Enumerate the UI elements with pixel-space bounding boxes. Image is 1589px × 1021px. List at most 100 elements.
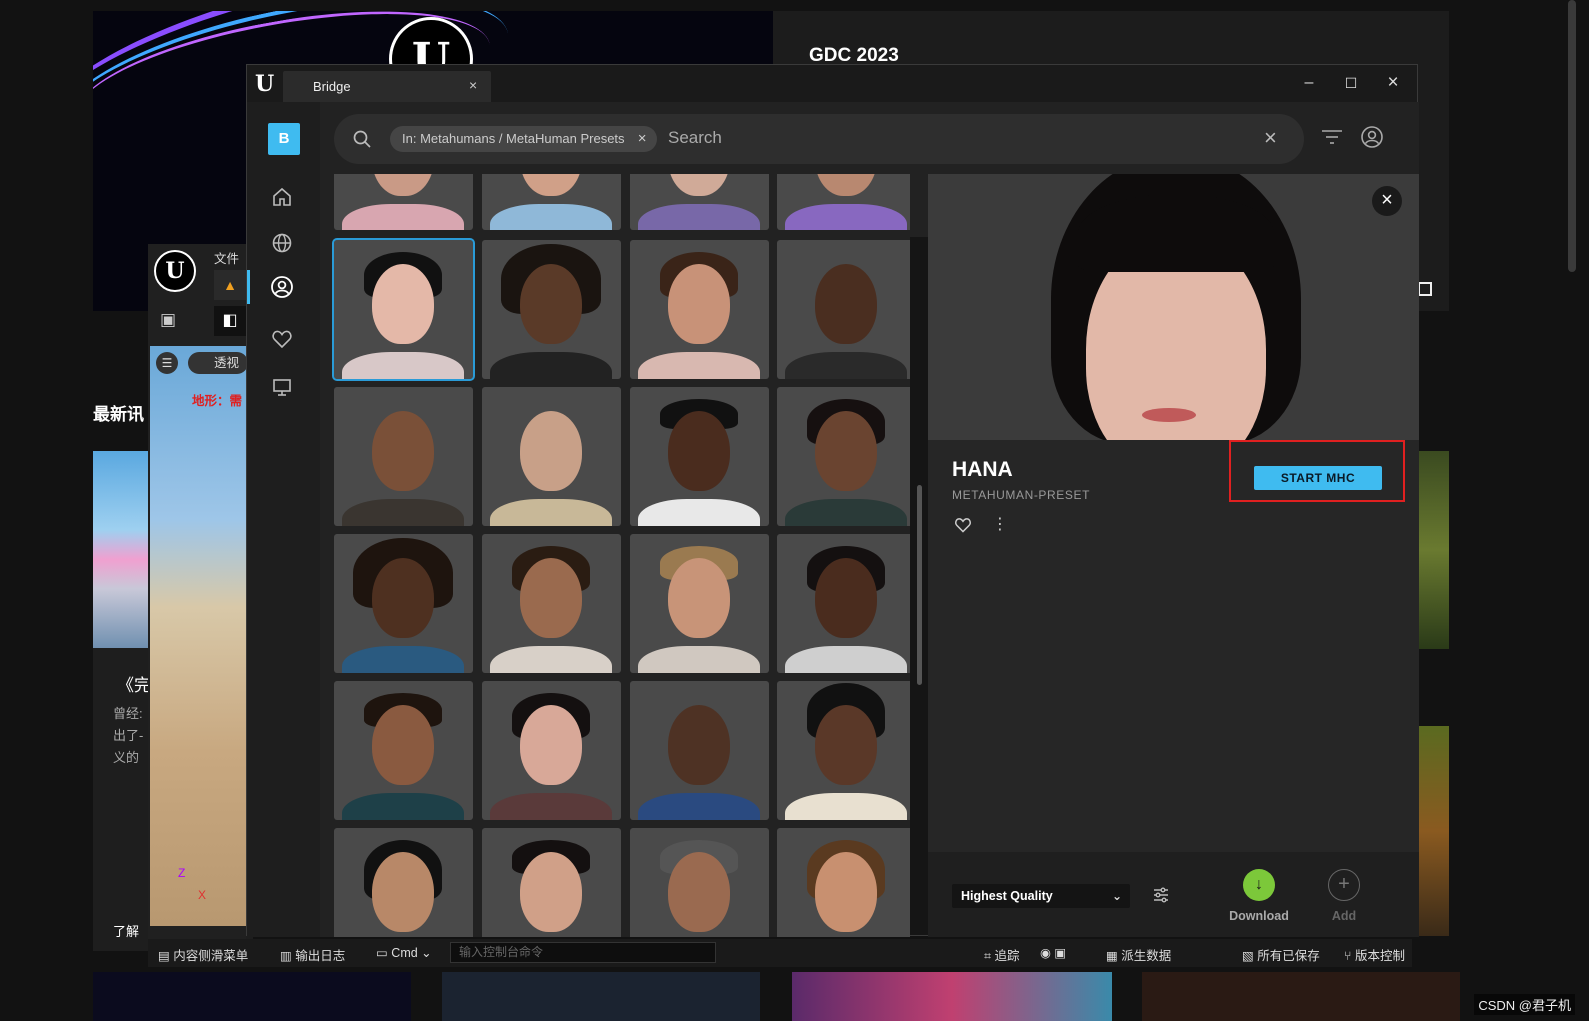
highlight-box bbox=[1229, 440, 1405, 502]
preset-card[interactable] bbox=[630, 240, 769, 379]
minimize-icon[interactable]: – bbox=[1297, 73, 1321, 93]
preset-name: HANA bbox=[952, 458, 1013, 481]
viewport-menu-icon[interactable]: ☰ bbox=[156, 352, 178, 374]
download-bar: Highest Quality ⌄ ↓ Download + Add bbox=[928, 852, 1419, 937]
download-icon[interactable]: ↓ bbox=[1243, 869, 1275, 901]
close-window-icon[interactable]: × bbox=[1381, 73, 1405, 93]
bridge-window: U Bridge × – ☐ × B In: Metahumans / Meta… bbox=[246, 64, 1419, 937]
metahuman-user-icon[interactable] bbox=[269, 274, 295, 300]
favorite-heart-icon[interactable] bbox=[954, 516, 972, 539]
content-drawer-button[interactable]: ▤ 内容侧滑菜单 bbox=[158, 945, 248, 964]
axis-z-label: Z bbox=[178, 866, 186, 880]
trace-button[interactable]: ⌗ 追踪 bbox=[984, 945, 1020, 964]
watermark-text: CSDN @君子机 bbox=[1474, 994, 1575, 1015]
preset-card[interactable] bbox=[482, 828, 621, 937]
cmd-dropdown[interactable]: ▭ Cmd ⌄ bbox=[376, 945, 432, 960]
preset-card[interactable] bbox=[777, 240, 910, 379]
preset-card[interactable] bbox=[777, 828, 910, 937]
search-input[interactable]: Search bbox=[668, 128, 722, 148]
terrain-warning: 地形：需 bbox=[192, 394, 243, 408]
download-label[interactable]: Download bbox=[1225, 909, 1293, 923]
settings-sliders-icon[interactable] bbox=[1152, 886, 1170, 909]
chevron-down-icon: ⌄ bbox=[1111, 889, 1122, 903]
preset-card[interactable] bbox=[334, 174, 473, 230]
preset-card[interactable] bbox=[630, 681, 769, 820]
quality-select[interactable]: Highest Quality ⌄ bbox=[952, 884, 1130, 908]
search-bar[interactable]: In: Metahumans / MetaHuman Presets × Sea… bbox=[334, 114, 1304, 164]
save-icon[interactable]: ▣ bbox=[160, 310, 182, 332]
bottom-thumb-1 bbox=[93, 972, 411, 1021]
article-title: 《完 bbox=[117, 676, 151, 695]
preset-card[interactable] bbox=[777, 681, 910, 820]
preset-card[interactable] bbox=[777, 387, 910, 526]
preset-type: METAHUMAN-PRESET bbox=[952, 488, 1091, 502]
ue-statusbar: ▤ 内容侧滑菜单 ▥ 输出日志 ▭ Cmd ⌄ 输入控制台命令 ⌗ 追踪 ◉ ▣… bbox=[148, 939, 1412, 967]
preset-card[interactable] bbox=[630, 174, 769, 230]
console-input[interactable]: 输入控制台命令 bbox=[450, 942, 716, 963]
close-detail-icon[interactable]: × bbox=[1372, 186, 1402, 216]
chip-remove-icon[interactable]: × bbox=[638, 126, 647, 152]
preset-card[interactable] bbox=[630, 534, 769, 673]
preset-card[interactable] bbox=[777, 174, 910, 230]
more-options-icon[interactable]: ⋮ bbox=[992, 514, 1008, 534]
grid-scrollbar[interactable] bbox=[917, 485, 922, 685]
preset-grid bbox=[320, 174, 910, 937]
bottom-thumb-3 bbox=[792, 972, 1112, 1021]
preset-portrait: × bbox=[928, 174, 1419, 440]
active-indicator bbox=[247, 270, 250, 304]
perspective-button[interactable]: 透视 bbox=[188, 352, 248, 374]
title-bar: U Bridge × – ☐ × bbox=[247, 65, 1417, 102]
favorites-heart-icon[interactable] bbox=[269, 326, 295, 352]
preset-card[interactable] bbox=[334, 387, 473, 526]
quality-select-value: Highest Quality bbox=[961, 889, 1053, 903]
filter-icon[interactable] bbox=[1320, 126, 1344, 153]
clear-search-icon[interactable]: × bbox=[1264, 125, 1277, 151]
unreal-u-icon: U bbox=[255, 71, 275, 97]
all-saved-button[interactable]: ▧ 所有已保存 bbox=[1242, 945, 1320, 964]
detail-panel: × HANA METAHUMAN-PRESET ⋮ START MHC High… bbox=[928, 174, 1419, 937]
preset-card[interactable] bbox=[482, 534, 621, 673]
home-icon[interactable] bbox=[269, 184, 295, 210]
search-icon bbox=[352, 129, 372, 154]
globe-icon[interactable] bbox=[269, 230, 295, 256]
preset-card[interactable] bbox=[482, 174, 621, 230]
article-excerpt: 曾经: 出了- 义的 bbox=[113, 706, 144, 765]
external-link-icon[interactable] bbox=[1418, 282, 1432, 296]
preset-card[interactable] bbox=[630, 828, 769, 937]
preset-card[interactable] bbox=[482, 387, 621, 526]
axis-x-label: X bbox=[198, 888, 207, 902]
maximize-icon[interactable]: ☐ bbox=[1339, 73, 1363, 93]
learn-more-link[interactable]: 了解 bbox=[113, 921, 139, 940]
add-icon[interactable]: + bbox=[1328, 869, 1360, 901]
section-label: 最新讯 bbox=[93, 405, 144, 424]
preset-card[interactable] bbox=[334, 534, 473, 673]
bridge-logo-icon[interactable]: B bbox=[268, 123, 300, 155]
preset-card[interactable] bbox=[334, 828, 473, 937]
preset-card[interactable] bbox=[482, 240, 621, 379]
source-control-button[interactable]: ⑂ 版本控制 bbox=[1344, 945, 1405, 964]
bridge-sidebar: B bbox=[247, 102, 320, 937]
ue-logo-icon: U bbox=[154, 250, 196, 292]
menu-file[interactable]: 文件 bbox=[214, 248, 239, 267]
preset-card[interactable] bbox=[334, 681, 473, 820]
add-label[interactable]: Add bbox=[1324, 909, 1364, 923]
preset-card[interactable] bbox=[482, 681, 621, 820]
tab-close-icon[interactable]: × bbox=[469, 77, 477, 93]
output-log-button[interactable]: ▥ 输出日志 bbox=[280, 945, 345, 964]
ue-viewport[interactable]: ☰ 透视 地形：需 Z X bbox=[150, 346, 248, 926]
record-icon[interactable]: ◉ ▣ bbox=[1040, 945, 1066, 960]
warning-icon[interactable]: ▲ bbox=[214, 270, 246, 300]
news-thumbnail-right-2 bbox=[1418, 726, 1449, 936]
derived-data-button[interactable]: ▦ 派生数据 bbox=[1106, 945, 1171, 964]
mode-icon[interactable]: ◧ bbox=[214, 306, 246, 336]
bottom-thumb-2 bbox=[442, 972, 760, 1021]
preset-card[interactable] bbox=[777, 534, 910, 673]
page-scrollbar[interactable] bbox=[1568, 0, 1576, 272]
preset-card[interactable] bbox=[630, 387, 769, 526]
local-monitor-icon[interactable] bbox=[269, 374, 295, 400]
filter-chip[interactable]: In: Metahumans / MetaHuman Presets × bbox=[390, 126, 657, 152]
tab-label: Bridge bbox=[313, 79, 351, 94]
account-icon[interactable] bbox=[1360, 125, 1384, 154]
tab-bridge[interactable]: Bridge × bbox=[283, 71, 491, 102]
preset-card-hana[interactable] bbox=[332, 238, 475, 381]
